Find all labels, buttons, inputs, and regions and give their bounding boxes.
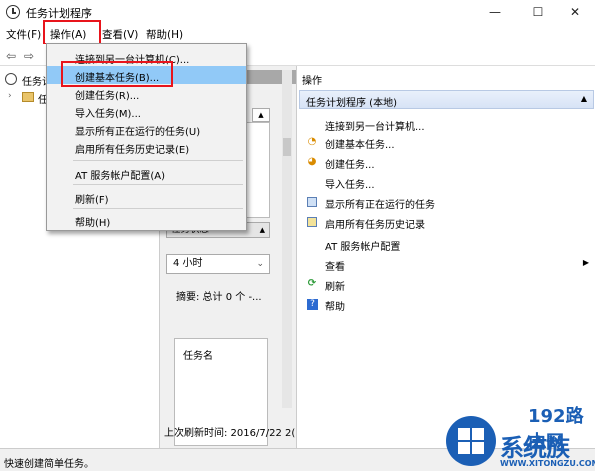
menu-separator: [73, 208, 243, 209]
action-create-basic-task[interactable]: ◔ 创建基本任务...: [297, 132, 595, 152]
action-label: 查看: [325, 262, 345, 273]
watermark-brand-text: 系统族: [500, 434, 570, 462]
summary-text: 摘要: 总计 0 个 -...: [176, 292, 262, 303]
action-label: 启用所有任务历史记录: [325, 220, 425, 231]
action-at-config[interactable]: AT 服务帐户配置: [297, 234, 595, 254]
menu-item-refresh[interactable]: 刷新(F): [47, 188, 246, 206]
watermark-url: WWW.XITONGZU.COM: [500, 459, 595, 468]
action-help[interactable]: ? 帮助: [297, 294, 595, 314]
clock-icon: [6, 5, 20, 19]
maximize-button[interactable]: ☐: [518, 0, 558, 24]
menu-item-at-config[interactable]: AT 服务帐户配置(A): [47, 164, 246, 182]
minimize-button[interactable]: —: [475, 0, 515, 24]
action-label: 连接到另一台计算机...: [325, 122, 425, 133]
action-label: AT 服务帐户配置: [325, 242, 401, 253]
chevron-down-icon: ⌄: [256, 259, 264, 269]
submenu-arrow-icon: ▶: [582, 258, 589, 267]
history-icon: [307, 217, 317, 227]
collapse-arrow-icon[interactable]: ▲: [252, 108, 270, 122]
folder-icon: [22, 92, 34, 102]
menu-item-help[interactable]: 帮助(H): [47, 211, 246, 229]
create-task-icon: ◕: [307, 156, 317, 167]
collapse-arrow-icon[interactable]: ▲: [581, 94, 587, 103]
menu-item-label: 导入任务(M)...: [75, 109, 141, 120]
forward-arrow-icon[interactable]: ⇨: [24, 49, 34, 63]
create-basic-task-icon: ◔: [307, 136, 317, 147]
menu-view[interactable]: 查看(V): [102, 27, 138, 42]
action-label: 显示所有正在运行的任务: [325, 200, 435, 211]
menu-file[interactable]: 文件(F): [6, 27, 41, 42]
close-button[interactable]: ✕: [555, 0, 595, 24]
period-select[interactable]: 4 小时 ⌄: [166, 254, 270, 274]
menu-item-label: 启用所有任务历史记录(E): [75, 145, 190, 156]
action-label: 刷新: [325, 282, 345, 293]
action-label: 创建任务...: [325, 160, 375, 171]
help-icon: ?: [307, 299, 318, 310]
running-tasks-icon: [307, 197, 317, 207]
create-basic-task-highlight-box: [61, 61, 173, 87]
status-text: 快速创建简单任务。: [4, 459, 94, 470]
clock-icon: [5, 73, 17, 85]
menu-item-enable-history[interactable]: 启用所有任务历史记录(E): [47, 138, 246, 156]
menu-separator: [73, 184, 243, 185]
actions-title: 操作: [302, 76, 322, 87]
windows-logo-icon: [446, 416, 496, 466]
menu-item-label: 帮助(H): [75, 218, 111, 229]
action-label: 帮助: [325, 302, 345, 313]
menu-item-import[interactable]: 导入任务(M)...: [47, 102, 246, 120]
menu-separator: [73, 160, 243, 161]
vertical-scrollbar[interactable]: [282, 70, 292, 408]
actions-pane: 操作 任务计划程序 (本地) ▲ 连接到另一台计算机... ◔ 创建基本任务..…: [296, 66, 595, 448]
menu-item-label: 创建任务(R)...: [75, 91, 140, 102]
action-import-task[interactable]: 导入任务...: [297, 172, 595, 192]
action-label: 创建基本任务...: [325, 140, 395, 151]
menu-help[interactable]: 帮助(H): [146, 27, 183, 42]
menu-item-label: 显示所有正在运行的任务(U): [75, 127, 201, 138]
menu-item-label: AT 服务帐户配置(A): [75, 171, 165, 182]
action-enable-history[interactable]: 启用所有任务历史记录: [297, 212, 595, 232]
action-connect-computer[interactable]: 连接到另一台计算机...: [297, 114, 595, 134]
actions-section-label: 任务计划程序 (本地): [306, 98, 397, 109]
site-watermark: 192路由网 系统族 WWW.XITONGZU.COM: [436, 402, 595, 471]
action-create-task[interactable]: ◕ 创建任务...: [297, 152, 595, 172]
action-view[interactable]: 查看 ▶: [297, 254, 595, 274]
action-show-running[interactable]: 显示所有正在运行的任务: [297, 192, 595, 212]
chevron-right-icon[interactable]: ›: [8, 91, 12, 101]
menu-item-show-running[interactable]: 显示所有正在运行的任务(U): [47, 120, 246, 138]
action-label: 导入任务...: [325, 180, 375, 191]
collapse-arrow-icon[interactable]: ▲: [260, 223, 265, 237]
window-title: 任务计划程序: [26, 7, 92, 20]
action-menu-highlight-box: [43, 20, 101, 45]
last-refresh-text: 上次刷新时间: 2016/7/22 2(: [164, 428, 296, 439]
scrollbar-thumb[interactable]: [283, 138, 291, 156]
back-arrow-icon[interactable]: ⇦: [6, 49, 16, 63]
task-name-header: 任务名: [183, 351, 213, 362]
action-refresh[interactable]: ⟳ 刷新: [297, 274, 595, 294]
menu-item-label: 刷新(F): [75, 195, 109, 206]
refresh-icon: ⟳: [307, 278, 317, 289]
actions-section-header[interactable]: 任务计划程序 (本地) ▲: [299, 90, 594, 109]
period-value: 4 小时: [173, 258, 203, 269]
